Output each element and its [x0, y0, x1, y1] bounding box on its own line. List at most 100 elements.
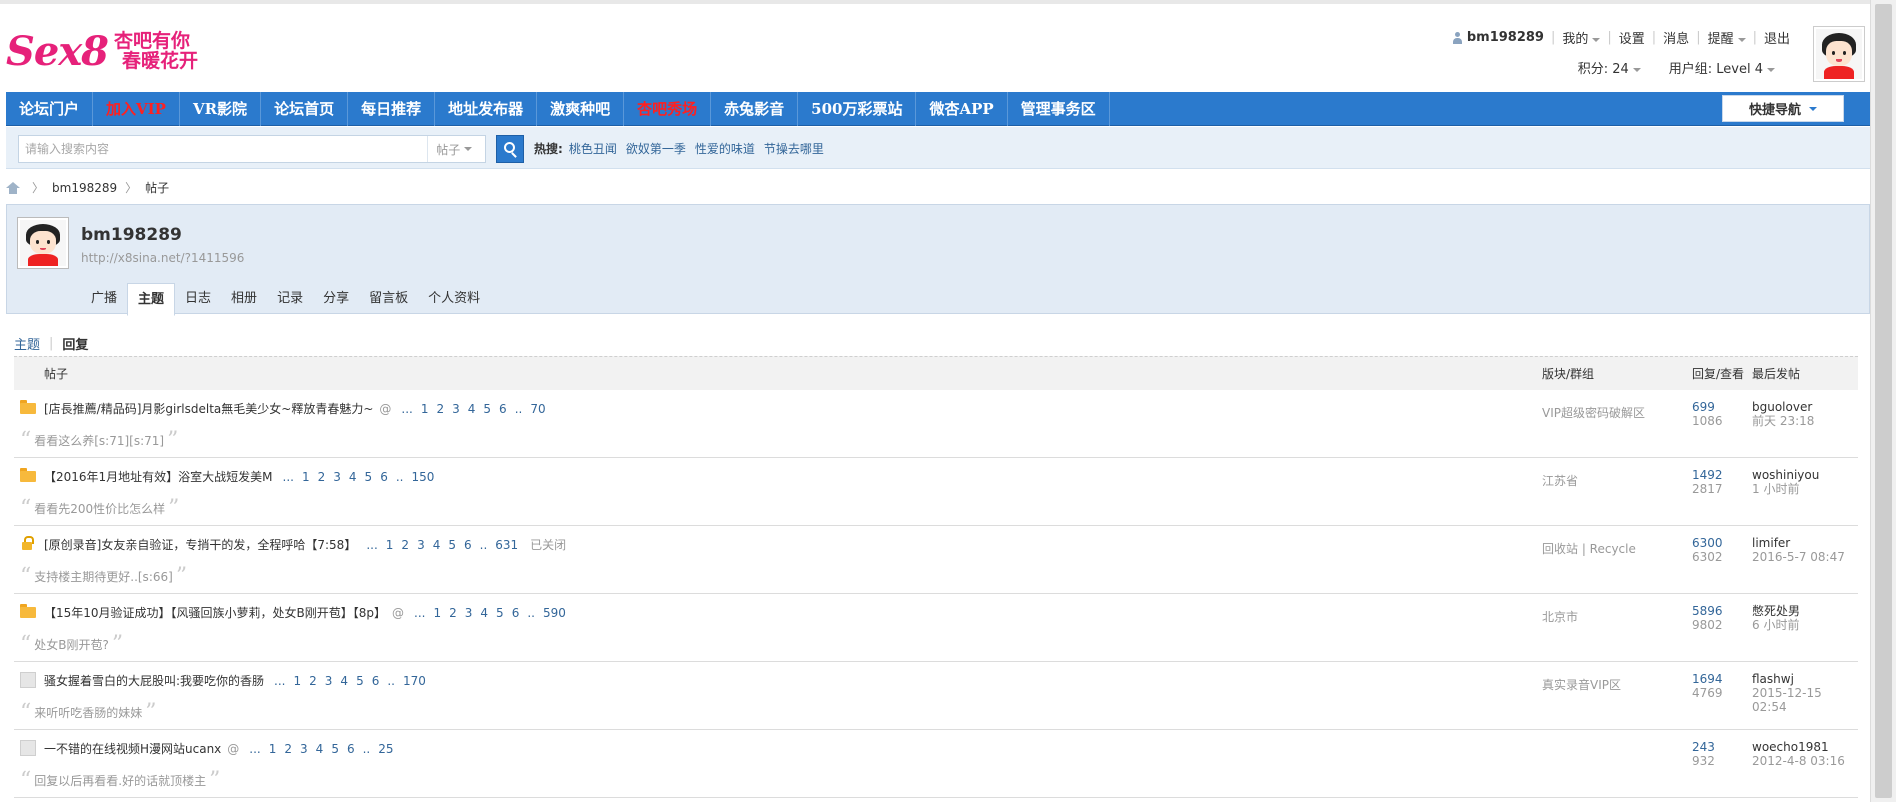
profile-tab[interactable]: 主题 — [127, 283, 176, 316]
reply-count[interactable]: 6300 — [1692, 536, 1723, 550]
page-link[interactable]: 5 — [483, 402, 491, 416]
last-post-user[interactable]: 憋死处男 — [1752, 604, 1800, 618]
home-icon[interactable] — [6, 182, 20, 194]
nav-item[interactable]: 加入VIP — [93, 92, 180, 126]
page-link[interactable]: 2 — [449, 606, 457, 620]
avatar[interactable] — [1813, 26, 1865, 82]
page-link[interactable]: 25 — [378, 742, 393, 756]
my-menu[interactable]: 我的 — [1562, 28, 1601, 47]
page-link[interactable]: 1 — [269, 742, 277, 756]
page-link[interactable]: 2 — [284, 742, 292, 756]
page-link[interactable]: 70 — [530, 402, 545, 416]
reply-quote-text[interactable]: 看看这么养[s:71][s:71] — [34, 432, 164, 449]
profile-tab[interactable]: 分享 — [313, 283, 359, 315]
thread-title-link[interactable]: 一不错的在线视频H漫网站ucanx — [44, 740, 221, 757]
profile-tab[interactable]: 留言板 — [359, 283, 418, 315]
page-link[interactable]: 2 — [309, 674, 317, 688]
page-link[interactable]: .. — [515, 402, 523, 416]
page-link[interactable]: 6 — [380, 470, 388, 484]
search-input[interactable] — [19, 136, 428, 162]
scrollbar-thumb[interactable] — [1875, 4, 1892, 798]
reply-count[interactable]: 1492 — [1692, 468, 1723, 482]
nav-item[interactable]: 论坛门户 — [6, 92, 94, 126]
hot-search-link[interactable]: 欲奴第一季 — [626, 135, 686, 163]
profile-tab[interactable]: 相册 — [221, 283, 267, 315]
last-post-time[interactable]: 6 小时前 — [1752, 618, 1800, 632]
nav-item[interactable]: 微杏APP — [916, 92, 1008, 126]
page-link[interactable]: 5 — [448, 538, 456, 552]
page-link[interactable]: 6 — [464, 538, 472, 552]
page-link[interactable]: 5 — [356, 674, 364, 688]
last-post-user[interactable]: woecho1981 — [1752, 740, 1829, 754]
page-link[interactable]: 1 — [433, 606, 441, 620]
thread-title-link[interactable]: 【2016年1月地址有效】浴室大战短发美M — [44, 468, 273, 485]
page-link[interactable]: 5 — [331, 742, 339, 756]
forum-link[interactable]: VIP超级密码破解区 — [1542, 404, 1645, 421]
nav-item[interactable]: 地址发布器 — [435, 92, 538, 126]
logout-link[interactable]: 退出 — [1764, 28, 1790, 47]
page-link[interactable]: 2 — [318, 470, 326, 484]
profile-name[interactable]: bm198289 — [81, 225, 182, 245]
page-link[interactable]: 1 — [294, 674, 302, 688]
quick-nav-button[interactable]: 快捷导航 — [1722, 95, 1844, 122]
page-link[interactable]: 6 — [372, 674, 380, 688]
page-link[interactable]: .. — [387, 674, 395, 688]
page-link[interactable]: 150 — [411, 470, 434, 484]
page-link[interactable]: 1 — [302, 470, 310, 484]
notifications-menu[interactable]: 提醒 — [1708, 28, 1746, 47]
page-link[interactable]: ... — [274, 674, 285, 688]
reply-quote-text[interactable]: 回复以后再看看.好的话就顶楼主 — [34, 772, 206, 789]
page-link[interactable]: ... — [414, 606, 425, 620]
page-link[interactable]: 4 — [316, 742, 324, 756]
reply-quote-text[interactable]: 来听听吃香肠的妹妹 — [34, 704, 142, 721]
thread-title-link[interactable]: 【15年10月验证成功】【风骚回族小萝莉，处女B刚开苞】【8p】 — [44, 604, 386, 621]
forum-link[interactable]: 真实录音VIP区 — [1542, 676, 1621, 693]
reply-count[interactable]: 699 — [1692, 400, 1723, 414]
page-link[interactable]: .. — [480, 538, 488, 552]
page-link[interactable]: 4 — [433, 538, 441, 552]
page-link[interactable]: .. — [396, 470, 404, 484]
forum-link[interactable]: 回收站 | Recycle — [1542, 540, 1636, 557]
profile-url[interactable]: http://x8sina.net/?1411596 — [81, 251, 244, 265]
page-link[interactable]: 4 — [340, 674, 348, 688]
profile-tab[interactable]: 个人资料 — [418, 283, 490, 315]
last-post-user[interactable]: flashwj — [1752, 672, 1794, 686]
thread-title-link[interactable]: [原创录音]女友亲自验证，专捎干的发，全程呼哈【7:58】 — [44, 536, 356, 553]
page-link[interactable]: ... — [283, 470, 294, 484]
page-link[interactable]: 4 — [480, 606, 488, 620]
last-post-user[interactable]: limifer — [1752, 536, 1790, 550]
page-link[interactable]: .. — [527, 606, 535, 620]
hot-search-link[interactable]: 节操去哪里 — [764, 135, 824, 163]
page-link[interactable]: 631 — [495, 538, 518, 552]
page-link[interactable]: 1 — [386, 538, 394, 552]
page-link[interactable]: 590 — [543, 606, 566, 620]
forum-link[interactable]: 江苏省 — [1542, 472, 1578, 489]
hot-search-link[interactable]: 桃色丑闻 — [569, 135, 617, 163]
reply-quote-text[interactable]: 支持楼主期待更好..[s:66] — [34, 568, 173, 585]
messages-link[interactable]: 消息 — [1663, 28, 1689, 47]
last-post-time[interactable]: 1 小时前 — [1752, 482, 1819, 496]
last-post-time[interactable]: 2012-4-8 03:16 — [1752, 754, 1845, 768]
page-link[interactable]: 170 — [403, 674, 426, 688]
page-link[interactable]: 3 — [300, 742, 308, 756]
tab-topics[interactable]: 主题 — [14, 334, 40, 353]
hot-search-link[interactable]: 性爱的味道 — [695, 135, 755, 163]
reply-quote-text[interactable]: 处女B刚开苞? — [34, 636, 109, 653]
page-link[interactable]: 3 — [325, 674, 333, 688]
page-link[interactable]: 6 — [347, 742, 355, 756]
page-link[interactable]: 6 — [512, 606, 520, 620]
page-link[interactable]: .. — [363, 742, 371, 756]
nav-item[interactable]: 论坛首页 — [261, 92, 349, 126]
usergroup-menu[interactable]: 用户组: Level 4 — [1669, 58, 1775, 77]
search-type-select[interactable]: 帖子 — [427, 136, 485, 162]
thread-title-link[interactable]: [店長推薦/精品码]月影girlsdelta無毛美少女~釋放青春魅力~ — [44, 400, 373, 417]
page-link[interactable]: 5 — [365, 470, 373, 484]
page-link[interactable]: 3 — [333, 470, 341, 484]
page-link[interactable]: 2 — [436, 402, 444, 416]
breadcrumb-user[interactable]: bm198289 — [52, 178, 117, 198]
page-link[interactable]: 1 — [421, 402, 429, 416]
site-logo[interactable]: Sex8 杏吧有你 春暖花开 — [6, 26, 198, 76]
page-link[interactable]: 3 — [465, 606, 473, 620]
last-post-time[interactable]: 前天 23:18 — [1752, 414, 1814, 428]
page-link[interactable]: 6 — [499, 402, 507, 416]
